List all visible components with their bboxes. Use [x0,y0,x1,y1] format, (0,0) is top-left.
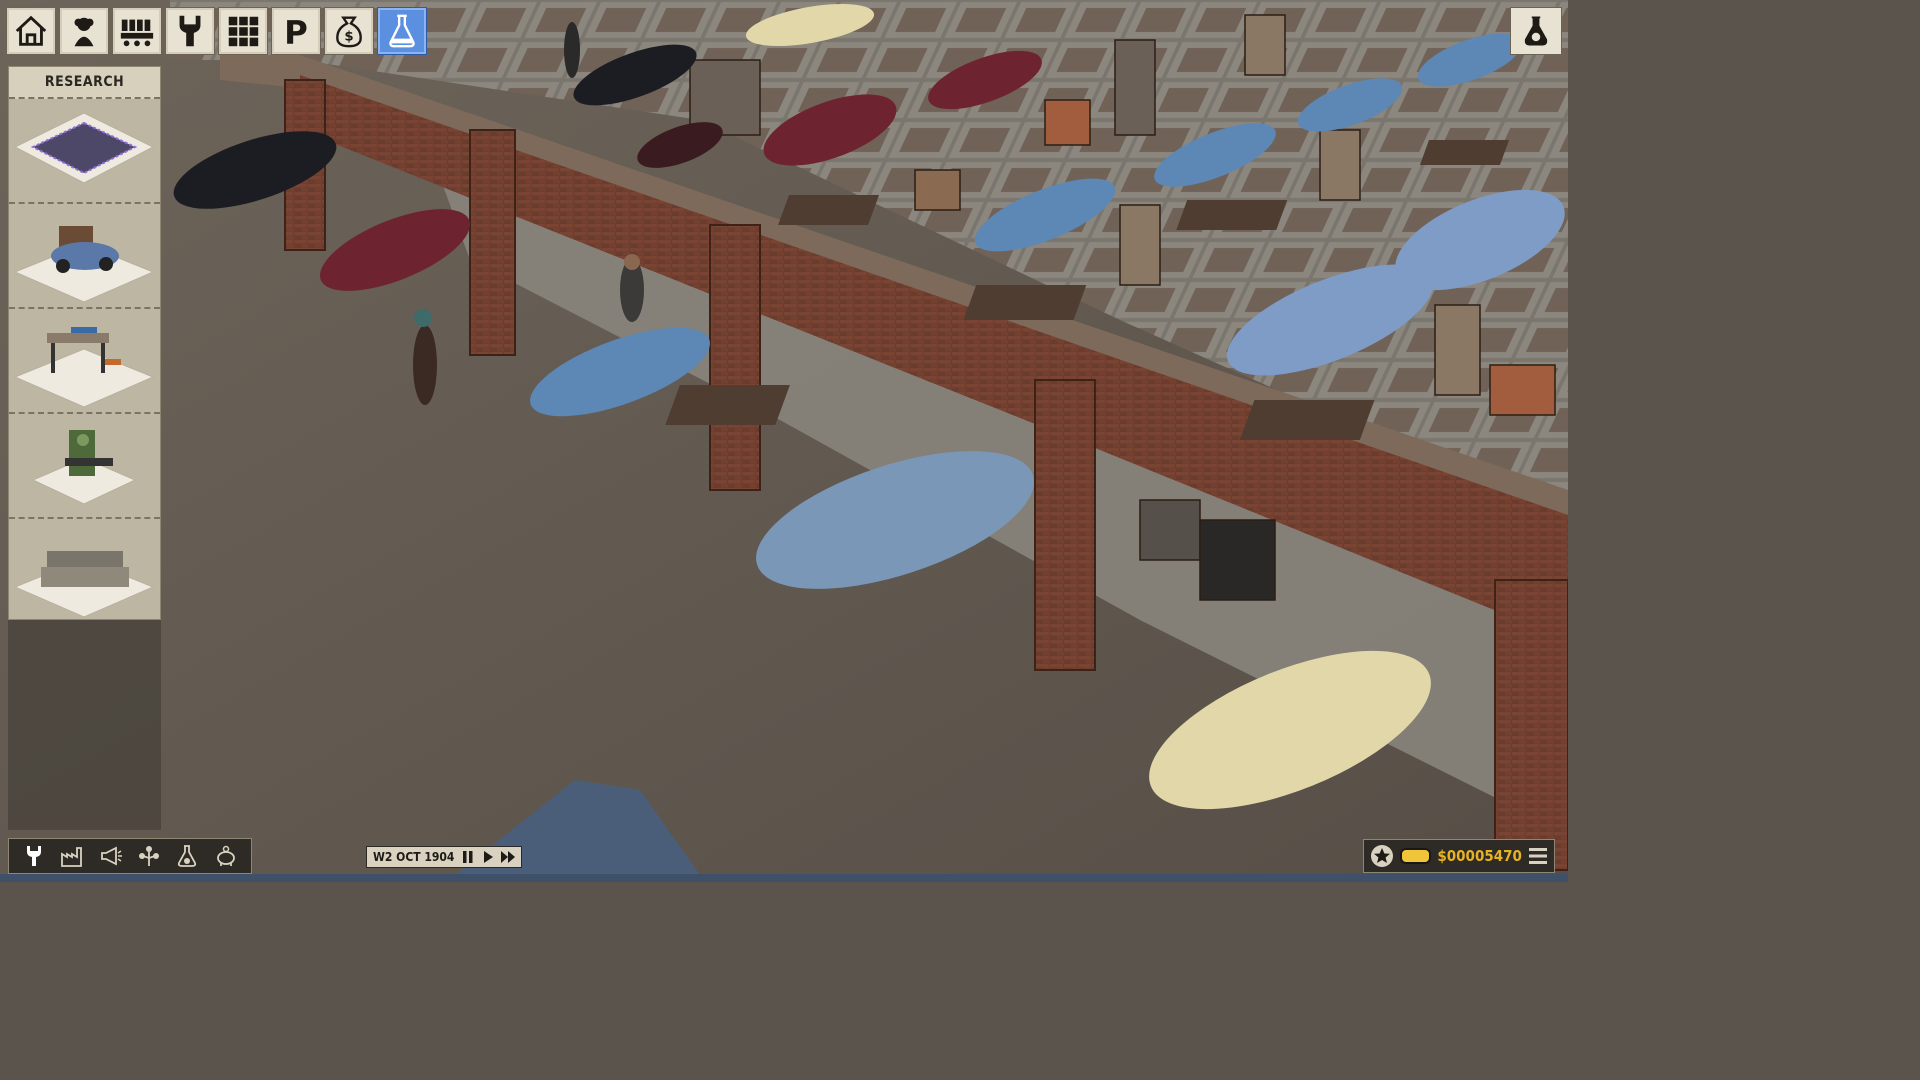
megaphone-icon [100,846,122,866]
workers-button[interactable] [59,7,109,55]
fast-forward-button[interactable] [498,848,518,866]
floor-tile-icon [13,112,155,184]
time-control: W2 OCT 1904 [366,846,522,868]
research-item-floor-tile[interactable] [9,99,160,204]
layout-button[interactable] [218,7,268,55]
play-button[interactable] [478,848,498,866]
research-panel: RESEARCH [8,66,161,620]
tree-icon [139,846,160,866]
reputation-star-icon [1370,843,1394,869]
main-menu-button[interactable] [1528,845,1548,867]
pause-button[interactable] [458,848,478,866]
money-bag-icon: $ [336,16,362,48]
savings-button[interactable] [212,842,240,870]
marketing-button[interactable] [97,842,125,870]
worker-icon [74,17,94,47]
build-tools-button[interactable] [20,842,48,870]
research-status-button[interactable] [1510,7,1562,55]
parking-icon: P [284,13,308,50]
research-flask-icon [1524,16,1548,46]
research-panel-title: RESEARCH [9,67,160,99]
reputation-bar [1400,848,1432,864]
fast-forward-icon [501,851,516,863]
assembly-line-icon [120,19,154,47]
money-value: $00005470 [1437,847,1522,865]
pause-icon [463,851,473,863]
production-button[interactable] [112,7,162,55]
game-date: W2 OCT 1904 [373,850,455,864]
research-button[interactable] [377,7,427,55]
bottom-toolbar [8,838,252,874]
finance-button[interactable]: $ [324,7,374,55]
press-machine-icon [31,430,137,505]
research-item-vintage-car[interactable] [9,204,160,309]
tools-button[interactable] [165,7,215,55]
play-icon [484,851,494,863]
flask-icon [389,14,415,48]
factory-button[interactable] [58,842,86,870]
research-item-workbench[interactable] [9,309,160,414]
parking-label: P [284,13,308,50]
skills-button[interactable] [135,842,163,870]
piggy-bank-icon [216,845,235,866]
wrench-icon [27,846,42,866]
money-display: $00005470 [1363,839,1555,873]
research-small-button[interactable] [173,842,201,870]
flask-icon [178,845,197,867]
timeline-ruler [0,874,1568,882]
svg-text:$: $ [344,30,353,45]
parking-button[interactable]: P [271,7,321,55]
house-icon [15,15,47,46]
home-button[interactable] [6,7,56,55]
wrench-icon [179,15,201,47]
game-world[interactable] [0,0,1568,882]
panel-shadow [8,620,161,830]
workbench-icon [13,327,155,408]
car-icon [13,226,155,303]
hamburger-menu-icon [1528,848,1547,864]
factory-icon [61,847,83,867]
sofa-icon [13,551,155,618]
research-item-machine[interactable] [9,414,160,519]
top-toolbar: P $ [6,7,427,55]
grid-icon [228,16,259,47]
research-item-sofa[interactable] [9,519,160,622]
